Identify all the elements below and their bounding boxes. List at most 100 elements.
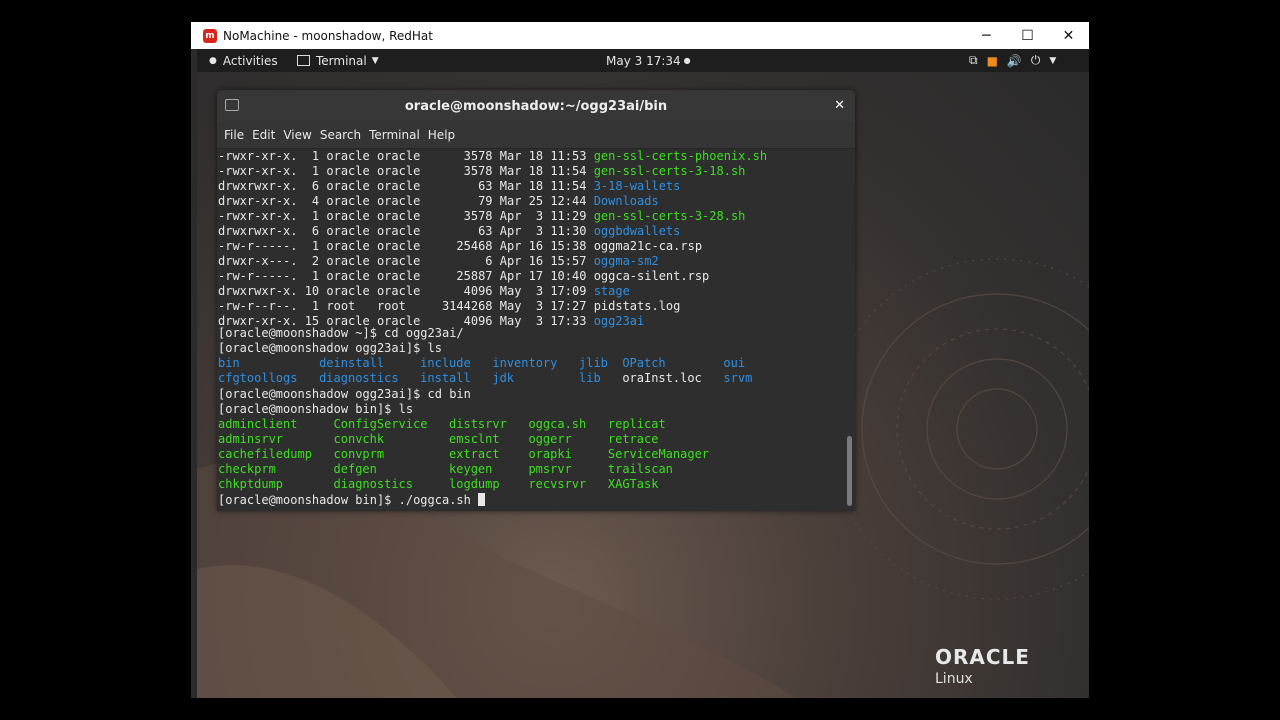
ls-entry: recvsrvr (528, 477, 587, 491)
menu-view[interactable]: View (283, 128, 311, 142)
file-meta: drwxr-xr-x. 4 oracle oracle 79 Mar 25 12… (218, 194, 594, 208)
menu-terminal[interactable]: Terminal (369, 128, 420, 142)
terminal-app-icon (297, 55, 310, 66)
ls-entry: diagnostics (319, 371, 399, 385)
file-name: oggbdwallets (593, 224, 681, 238)
ls-entry: inventory (492, 356, 558, 370)
ls-entry: ServiceManager (607, 447, 710, 461)
ls-entry: jlib (579, 356, 608, 370)
ls-entry: extract (449, 447, 500, 461)
file-name: gen-ssl-certs-3-18.sh (593, 164, 746, 178)
ls-entry: bin (218, 356, 240, 370)
terminal-line: drwxr-xr-x. 4 oracle oracle 79 Mar 25 12… (218, 194, 659, 209)
menu-search[interactable]: Search (320, 128, 361, 142)
terminal-scrollbar[interactable] (845, 149, 855, 509)
ls-entry: OPatch (622, 356, 666, 370)
terminal-menubar: File Edit View Search Terminal Help (217, 122, 855, 149)
activities-label: Activities (222, 53, 278, 68)
ls-entry: oraInst.loc (622, 371, 702, 385)
terminal-line: -rwxr-xr-x. 1 oracle oracle 3578 Mar 18 … (218, 149, 767, 164)
terminal-output[interactable]: -rwxr-xr-x. 1 oracle oracle 3578 Mar 18 … (217, 149, 845, 509)
ls-entry: cachefiledump (218, 447, 312, 461)
terminal-app-label: Terminal (316, 53, 367, 68)
notification-dot-icon: ● (683, 56, 691, 65)
file-name: 3-18-wallets (593, 179, 681, 193)
ls-entry: trailscan (607, 462, 673, 476)
gnome-top-bar: ● Activities Terminal ▼ May 3 17:34 ● ⧉ … (197, 49, 1089, 72)
chevron-down-icon: ▼ (1049, 55, 1057, 66)
ls-entry: convchk (333, 432, 385, 446)
scrollbar-thumb[interactable] (847, 436, 852, 506)
terminal-line: [oracle@moonshadow ~]$ cd ogg23ai/ (218, 326, 464, 340)
file-name: oggma-sm2 (593, 254, 659, 268)
terminal-prompt: [oracle@moonshadow bin]$ ./oggca.sh (218, 493, 479, 507)
power-icon: ⏻ (1030, 53, 1041, 67)
file-meta: -rw-r-----. 1 oracle oracle 25887 Apr 17… (218, 269, 594, 283)
file-name: oggca-silent.rsp (593, 269, 710, 283)
ls-entry: keygen (449, 462, 493, 476)
file-name: stage (593, 284, 630, 298)
activities-dot-icon: ● (209, 55, 217, 66)
oracle-wordmark: ORACLE (935, 645, 1030, 669)
ls-entry: defgen (333, 462, 377, 476)
ls-entry: checkprm (218, 462, 276, 476)
file-meta: drwxrwxr-x. 6 oracle oracle 63 Apr 3 11:… (218, 224, 594, 238)
ls-entry: include (420, 356, 471, 370)
activities-button[interactable]: ● Activities (209, 49, 278, 72)
terminal-line: -rwxr-xr-x. 1 oracle oracle 3578 Apr 3 1… (218, 209, 745, 224)
terminal-line: drwxrwxr-x. 6 oracle oracle 63 Mar 18 11… (218, 179, 680, 194)
file-name: gen-ssl-certs-phoenix.sh (593, 149, 768, 163)
ls-entry: oui (723, 356, 746, 370)
terminal-line: -rw-r--r--. 1 root root 3144268 May 3 17… (218, 299, 680, 314)
terminal-prompt-line: [oracle@moonshadow bin]$ ./oggca.sh (218, 493, 486, 508)
maximize-button[interactable]: ☐ (1007, 22, 1048, 49)
terminal-line: -rw-r-----. 1 oracle oracle 25887 Apr 17… (218, 269, 709, 284)
terminal-line: drwxrwxr-x. 10 oracle oracle 4096 May 3 … (218, 284, 630, 299)
ls-entry: replicat (607, 417, 666, 431)
terminal-line: [oracle@moonshadow ogg23ai]$ ls (218, 341, 442, 355)
file-meta: -rwxr-xr-x. 1 oracle oracle 3578 Mar 18 … (218, 164, 594, 178)
remote-desktop: ● Activities Terminal ▼ May 3 17:34 ● ⧉ … (197, 49, 1089, 698)
nomachine-titlebar: m NoMachine - moonshadow, RedHat ─ ☐ ✕ (191, 22, 1089, 49)
nomachine-logo-icon: m (203, 28, 217, 43)
terminal-line: drwxr-x---. 2 oracle oracle 6 Apr 16 15:… (218, 254, 659, 269)
terminal-line: [oracle@moonshadow ogg23ai]$ cd bin (218, 387, 471, 401)
menu-file[interactable]: File (224, 128, 244, 142)
linux-label: Linux (935, 671, 973, 687)
ls-entry: retrace (607, 432, 659, 446)
terminal-titlebar[interactable]: oracle@moonshadow:~/ogg23ai/bin ✕ (217, 90, 855, 122)
menu-edit[interactable]: Edit (252, 128, 275, 142)
ls-entry: oggerr (528, 432, 572, 446)
file-meta: -rwxr-xr-x. 1 oracle oracle 3578 Apr 3 1… (218, 209, 594, 223)
file-meta: drwxrwxr-x. 6 oracle oracle 63 Mar 18 11… (218, 179, 594, 193)
file-meta: -rw-r--r--. 1 root root 3144268 May 3 17… (218, 299, 594, 313)
file-name: ogg23ai (593, 314, 645, 328)
chevron-down-icon: ▼ (371, 55, 379, 66)
ls-entry: convprm (333, 447, 385, 461)
terminal-line: drwxrwxr-x. 6 oracle oracle 63 Apr 3 11:… (218, 224, 680, 239)
ls-entry: adminsrvr (218, 432, 284, 446)
terminal-close-button[interactable]: ✕ (834, 98, 845, 113)
ls-entry: lib (579, 371, 601, 385)
ls-entry: diagnostics (333, 477, 413, 491)
ls-entry: distsrvr (449, 417, 507, 431)
minimize-button[interactable]: ─ (966, 22, 1007, 49)
close-button[interactable]: ✕ (1048, 22, 1089, 49)
file-meta: -rw-r-----. 1 oracle oracle 25468 Apr 16… (218, 239, 594, 253)
file-meta: -rwxr-xr-x. 1 oracle oracle 3578 Mar 18 … (218, 149, 594, 163)
terminal-line: -rw-r-----. 1 oracle oracle 25468 Apr 16… (218, 239, 702, 254)
terminal-app-menu[interactable]: Terminal ▼ (297, 49, 379, 72)
ls-entry: adminclient (218, 417, 298, 431)
ls-entry: deinstall (319, 356, 385, 370)
window-controls: ─ ☐ ✕ (966, 22, 1089, 49)
clock-label: May 3 17:34 (606, 53, 681, 68)
menu-help[interactable]: Help (428, 128, 455, 142)
ls-entry: ConfigService (333, 417, 428, 431)
terminal-title: oracle@moonshadow:~/ogg23ai/bin (404, 98, 668, 114)
file-name: Downloads (593, 194, 659, 208)
clock[interactable]: May 3 17:34 ● (606, 49, 691, 72)
oracle-linux-logo: ORACLE Linux (935, 645, 1030, 687)
ls-entry: orapki (528, 447, 572, 461)
file-meta: drwxrwxr-x. 10 oracle oracle 4096 May 3 … (218, 284, 594, 298)
system-tray[interactable]: ⧉ ■ 🔊 ⏻ ▼ (969, 49, 1065, 72)
